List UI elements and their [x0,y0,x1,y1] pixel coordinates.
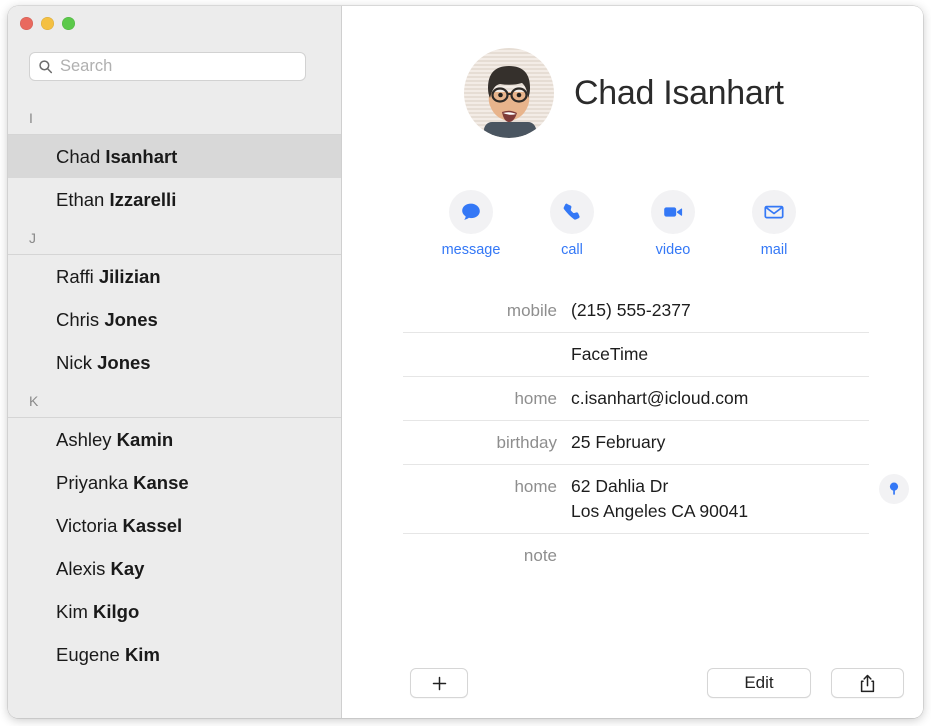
contact-first-name: Eugene [56,644,125,665]
field-label: note [523,546,557,565]
bottom-toolbar: Edit [342,664,923,702]
contact-first-name: Nick [56,352,98,373]
contact-first-name: Alexis [56,558,111,579]
action-label: call [561,242,583,258]
contact-list-item[interactable]: Chad Isanhart [8,135,341,178]
contact-last-name: Kay [110,558,145,579]
section-header-k: K [8,384,341,418]
contact-list-item[interactable]: Eugene Kim [8,633,341,676]
minimize-button[interactable] [41,17,54,30]
contact-last-name: Kassel [122,515,183,536]
field-label: home [514,389,557,408]
field-label: birthday [496,433,557,452]
contact-field-row[interactable]: birthday 25 February [403,421,869,465]
zoom-button[interactable] [62,17,75,30]
contact-name: Chad Isanhart [574,73,784,112]
contact-first-name: Ashley [56,429,117,450]
contact-list-item[interactable]: Victoria Kassel [8,504,341,547]
contact-list[interactable]: I Chad Isanhart Ethan Izzarelli J Raffi Jili… [8,101,341,718]
contact-list-item[interactable]: Alexis Kay [8,547,341,590]
contact-header: Chad Isanhart [464,48,784,138]
section-header-i: I [8,101,341,135]
contact-list-item[interactable]: Ashley Kamin [8,418,341,461]
phone-icon [550,190,594,234]
action-buttons: message call video mail [442,190,799,258]
contact-last-name: Isanhart [105,146,178,167]
field-label: mobile [506,301,557,320]
field-value: c.isanhart@icloud.com [571,388,749,408]
message-bubble-icon [449,190,493,234]
plus-icon [432,676,446,690]
close-button[interactable] [20,17,33,30]
share-button[interactable] [831,668,904,698]
contact-first-name: Ethan [56,189,110,210]
action-button-video[interactable]: video [648,190,698,258]
sidebar: IChad IsanhartEthan IzzarelliJRaffi Jili… [8,6,342,718]
search-icon [39,60,53,74]
share-icon [860,674,875,692]
video-camera-icon [651,190,695,234]
action-label: mail [760,242,788,258]
action-label: message [441,242,501,258]
search-field[interactable] [29,52,306,81]
field-value: 25 February [571,432,666,452]
contact-field-row[interactable]: home 62 Dahlia Dr Los Angeles CA 90041 [403,465,909,534]
contact-field-row[interactable]: mobile (215) 555-2377 [403,289,869,333]
add-contact-button[interactable] [410,668,468,698]
contact-last-name: Jones [104,309,158,330]
contact-field-row[interactable]: note [403,534,869,577]
contact-first-name: Kim [56,601,93,622]
contact-last-name: Izzarelli [109,189,177,210]
contact-last-name: Jones [97,352,151,373]
contact-first-name: Priyanka [56,472,134,493]
search-input[interactable] [60,57,297,76]
contact-list-item[interactable]: Ethan Izzarelli [8,178,341,221]
contact-last-name: Jilizian [98,266,161,287]
contact-field-row[interactable]: home c.isanhart@icloud.com [403,377,869,421]
map-pin-button[interactable] [879,474,909,504]
contact-list-item[interactable]: Nick Jones [8,341,341,384]
field-value: FaceTime [571,344,649,364]
contact-photo [464,48,554,138]
action-button-message[interactable]: message [442,190,500,258]
action-button-mail[interactable]: mail [749,190,799,258]
edit-button[interactable]: Edit [707,668,811,698]
contact-last-name: Kanse [133,472,189,493]
section-header-j: J [8,221,341,255]
field-value: (215) 555-2377 [571,300,691,320]
field-value: 62 Dahlia Dr Los Angeles CA 90041 [571,476,749,521]
contact-field-row[interactable]: FaceTime [403,333,869,377]
field-label: home [514,477,557,496]
contact-first-name: Chad [56,146,106,167]
avatar[interactable] [464,48,554,138]
window-controls [20,17,75,30]
contact-first-name: Victoria [56,515,123,536]
contact-detail-pane: Chad Isanhart message call video mail mobil… [342,6,923,718]
contact-first-name: Raffi [56,266,99,287]
contacts-window: IChad IsanhartEthan IzzarelliJRaffi Jili… [8,6,923,718]
contact-first-name: Chris [56,309,105,330]
action-label: video [655,242,691,258]
contact-list-item[interactable]: Kim Kilgo [8,590,341,633]
envelope-icon [752,190,796,234]
contact-last-name: Kamin [116,429,174,450]
action-button-call[interactable]: call [547,190,597,258]
contact-last-name: Kim [124,644,160,665]
contact-list-item[interactable]: Raffi Jilizian [8,255,341,298]
contact-last-name: Kilgo [93,601,140,622]
contact-list-item[interactable]: Chris Jones [8,298,341,341]
contact-fields: mobile (215) 555-2377 FaceTime home c.isanha… [403,289,909,577]
contact-list-item[interactable]: Priyanka Kanse [8,461,341,504]
